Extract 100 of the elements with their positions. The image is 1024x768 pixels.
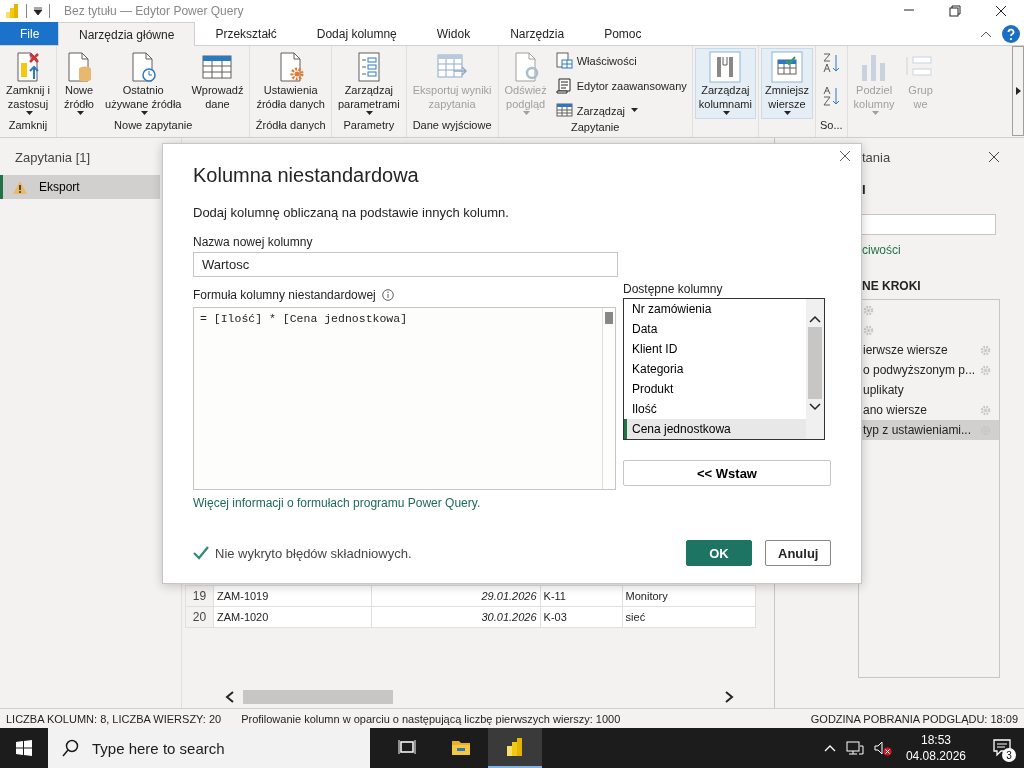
step-item[interactable]: typ z ustawieniami... <box>859 420 999 440</box>
ribbon-button[interactable]: Zmniejsz wiersze <box>760 48 813 119</box>
dialog-description: Dodaj kolumnę obliczaną na podstawie innych kolumn. <box>193 205 510 220</box>
caret-icon <box>784 111 792 116</box>
list-item[interactable]: Cena jednostkowa <box>624 419 806 439</box>
ribbon-tab[interactable]: Pomoc <box>584 22 662 45</box>
table-cell: Monitory <box>622 585 756 607</box>
ribbon-button[interactable]: Ustawienia źródła danych <box>252 48 329 119</box>
ok-button[interactable]: OK <box>686 540 752 566</box>
columns-icon <box>709 51 742 83</box>
pane-title: tania <box>862 149 891 165</box>
caret-right-icon <box>1015 87 1021 95</box>
close-icon[interactable] <box>995 5 1007 17</box>
search-box[interactable]: Type here to search <box>48 728 370 768</box>
close-icon[interactable] <box>839 150 851 162</box>
scrollbar-thumb[interactable] <box>808 327 822 399</box>
group-label: Zamknij <box>7 119 49 133</box>
caret-icon <box>76 111 84 116</box>
field-label: Nazwa nowej kolumny <box>193 235 314 249</box>
formula-editor[interactable]: = [Ilość] * [Cena jednostkowa] <box>193 307 616 490</box>
table-cell: K-11 <box>540 585 623 607</box>
volume-muted-icon[interactable] <box>873 740 892 756</box>
ribbon-button[interactable]: Wprowadź dane <box>187 48 248 119</box>
chat-bubble-icon <box>992 736 1012 757</box>
row-number: 19 <box>185 585 214 607</box>
caret-icon <box>871 111 879 116</box>
scroll-up-icon[interactable] <box>809 315 821 323</box>
network-icon[interactable] <box>845 740 864 756</box>
caret-icon <box>523 111 531 116</box>
list-item[interactable]: Klient ID <box>624 339 806 359</box>
step-item[interactable]: o podwyższonym p... <box>859 360 999 380</box>
ribbon-button[interactable]: Zamknij i zastosuj <box>2 48 54 119</box>
scrollbar-thumb[interactable] <box>605 312 613 324</box>
list-item[interactable]: Data <box>624 319 806 339</box>
ribbon-button[interactable]: Zarządzaj <box>552 100 690 121</box>
ribbon-button[interactable]: Ostatnio używane źródła <box>101 48 186 119</box>
group-label: So... <box>819 119 844 133</box>
notifications-button[interactable]: 3 <box>990 736 1014 760</box>
group-label: Nowe zapytanie <box>113 119 194 133</box>
restore-icon[interactable] <box>949 5 961 17</box>
clock-date[interactable]: 04.08.2026 <box>905 748 966 764</box>
ribbon-button[interactable]: Edytor zaawansowany <box>552 75 690 96</box>
table-cell: sieć <box>622 606 756 628</box>
notification-count: 3 <box>1002 748 1016 762</box>
quick-access-caret-icon[interactable] <box>33 6 43 16</box>
status-text: LICZBA KOLUMN: 8, LICZBA WIERSZY: 20 <box>6 712 222 725</box>
window-title: Bez tytułu — Edytor Power Query <box>64 4 244 18</box>
info-icon[interactable] <box>381 288 394 301</box>
caret-icon <box>25 111 33 116</box>
group-label: Źródła danych <box>254 119 327 133</box>
scroll-left-icon[interactable] <box>225 691 235 703</box>
section-heading: I <box>862 182 867 197</box>
step-item[interactable]: ierwsze wiersze <box>859 340 999 360</box>
insert-button[interactable]: << Wstaw <box>623 460 831 486</box>
field-label: Formuła kolumny niestandardowej <box>193 287 376 302</box>
check-icon <box>193 546 209 560</box>
ribbon-button[interactable]: Zarządzaj kolumnami <box>694 48 756 119</box>
app-logo-icon <box>4 3 20 19</box>
ribbon-tab[interactable]: Narzędzia główne <box>58 22 196 46</box>
ribbon-tab[interactable]: Widok <box>416 22 491 45</box>
table-cell: K-03 <box>540 606 623 628</box>
ribbon-tab[interactable]: Narzędzia <box>490 22 585 45</box>
list-item[interactable]: Ilość <box>624 399 806 419</box>
section-heading: NE KROKI <box>862 279 922 293</box>
table-cell: ZAM-1020 <box>213 606 372 628</box>
caret-icon <box>366 111 374 116</box>
scrollbar-thumb[interactable] <box>243 690 393 704</box>
dialog-title: Kolumna niestandardowa <box>193 164 420 187</box>
collapse-ribbon-icon[interactable] <box>980 29 992 38</box>
scroll-right-icon[interactable] <box>724 691 734 703</box>
ribbon-tab[interactable]: Przekształć <box>195 22 297 45</box>
help-link[interactable]: Więcej informacji o formułach programu Power Query. <box>193 496 831 510</box>
file-tab[interactable]: File <box>0 22 58 45</box>
group-label: Parametry <box>342 119 396 133</box>
step-item[interactable]: ano wiersze <box>859 400 999 420</box>
properties-link[interactable]: ciwości <box>862 243 1000 257</box>
help-icon[interactable] <box>1002 24 1020 43</box>
clock-time[interactable]: 18:53 <box>920 732 951 748</box>
scroll-icon <box>555 77 573 94</box>
field-label: Dostępne kolumny <box>623 282 724 297</box>
show-hidden-icons-icon[interactable] <box>823 744 836 752</box>
column-name-field[interactable]: Wartosc <box>193 252 618 277</box>
ribbon-button[interactable]: Właściwości <box>552 50 690 71</box>
power-bi-icon <box>505 737 525 757</box>
ribbon-button[interactable]: Zarządzaj parametrami <box>333 48 404 119</box>
taskbar-app[interactable] <box>488 728 542 768</box>
ribbon-button[interactable]: Nowe źródło <box>59 48 99 119</box>
list-item[interactable]: Produkt <box>624 379 806 399</box>
columns-list[interactable]: Nr zamówienia Data Klient ID Kategoria Produkt Ilość Cena jednostkowa <box>623 298 825 440</box>
query-item[interactable]: Eksport <box>0 175 160 199</box>
cancel-button[interactable]: Anuluj <box>765 540 831 566</box>
list-item[interactable]: Nr zamówienia <box>624 299 806 319</box>
close-icon[interactable] <box>988 151 1000 163</box>
list-item[interactable]: Kategoria <box>624 359 806 379</box>
windows-logo-icon[interactable] <box>16 740 32 756</box>
scroll-down-icon[interactable] <box>809 403 821 411</box>
table-cell: 29.01.2026 <box>371 585 541 607</box>
step-item[interactable]: uplikaty <box>859 380 999 400</box>
pane-title: Zapytania [1] <box>14 150 92 165</box>
ribbon-tab[interactable]: Dodaj kolumnę <box>296 22 417 45</box>
